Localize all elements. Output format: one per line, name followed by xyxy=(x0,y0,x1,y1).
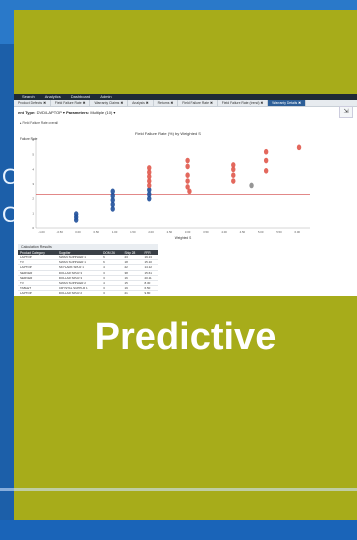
table-cell: DOLLAR SPLR 2 xyxy=(56,290,102,296)
data-point xyxy=(185,172,190,178)
y-tick-label: 0 xyxy=(32,226,34,230)
tab-6[interactable]: Field Failure Rate ✖ xyxy=(178,100,218,106)
scatter-chart: Field Failure Rate (%) by Weighted S Fai… xyxy=(18,130,318,240)
x-tick-label: 4.00 xyxy=(221,230,227,234)
data-point xyxy=(185,163,190,170)
x-tick-label: -0.50 xyxy=(57,230,64,234)
chart-x-label: Weighted S xyxy=(175,236,191,240)
y-tick-label: 2 xyxy=(32,197,34,201)
divider xyxy=(0,488,357,491)
y-tick-label: 3 xyxy=(32,182,34,186)
x-tick-label: 2.50 xyxy=(167,230,173,234)
x-tick-label: 5.00 xyxy=(258,230,264,234)
table-row[interactable]: LAPTOP DOLLAR SPLR 2 3 21 9.80 xyxy=(18,290,158,296)
data-point xyxy=(249,182,254,189)
x-tick-label: 4.50 xyxy=(240,230,246,234)
feature-card: Search Analytics Dashboard Admin Product… xyxy=(14,10,357,520)
x-tick-label: 1.00 xyxy=(112,230,118,234)
data-point xyxy=(147,165,152,171)
tab-7[interactable]: Field Failure Rate (trend) ✖ xyxy=(218,100,269,106)
x-tick-label: 6.00 xyxy=(294,230,300,234)
data-point xyxy=(231,172,236,178)
filter-bar: ent Type: DVD/LAPTOP ▾ Parameters: Multi… xyxy=(14,107,357,120)
tab-5[interactable]: Returns ✖ xyxy=(154,100,179,106)
y-tick-label: 5 xyxy=(32,153,34,157)
data-point xyxy=(263,148,269,155)
tab-2[interactable]: Field Failure Rate ✖ xyxy=(51,100,91,106)
x-tick-label: 3.00 xyxy=(185,230,191,234)
x-tick-label: 0.50 xyxy=(94,230,100,234)
type-filter-label: ent Type: xyxy=(18,110,36,115)
app-screenshot: Search Analytics Dashboard Admin Product… xyxy=(14,94,357,296)
param-filter-label: Parameters: xyxy=(66,110,90,115)
table-cell: 9.80 xyxy=(142,290,158,296)
data-point xyxy=(187,188,192,195)
tab-bar: Product Defects ✖ Field Failure Rate ✖ W… xyxy=(14,100,357,107)
x-tick-label: 3.50 xyxy=(203,230,209,234)
tab-1[interactable]: Product Defects ✖ xyxy=(14,100,51,106)
y-tick-label: 1 xyxy=(32,211,34,215)
data-point xyxy=(185,178,190,184)
data-point xyxy=(296,144,302,151)
x-tick-label: -1.00 xyxy=(38,230,45,234)
data-point xyxy=(263,157,269,164)
x-tick-label: 0.00 xyxy=(75,230,81,234)
tab-3[interactable]: Warranty Claims ✖ xyxy=(90,100,129,106)
tab-4[interactable]: Analysis ✖ xyxy=(128,100,154,106)
section-toggle[interactable]: ▸ Field Failure Rate overall xyxy=(14,120,357,126)
table-cell: 21 xyxy=(122,290,143,296)
expand-button[interactable]: ⇲ xyxy=(339,106,353,118)
data-point xyxy=(231,178,236,184)
param-filter-select[interactable]: Multiple (10) ▾ xyxy=(90,110,115,115)
data-point xyxy=(73,211,79,217)
results-table: Calculation Results Product Category Supp… xyxy=(18,244,158,296)
page-title: Predictive xyxy=(94,316,277,358)
data-point xyxy=(231,162,236,168)
x-tick-label: 1.50 xyxy=(130,230,136,234)
x-tick-label: 5.50 xyxy=(276,230,282,234)
type-filter-select[interactable]: DVD/LAPTOP ▾ xyxy=(37,110,65,115)
data-point xyxy=(185,157,190,164)
left-band: O O xyxy=(0,44,19,520)
tab-8-active[interactable]: Warranty Details ✖ xyxy=(268,100,306,106)
table-cell: 3 xyxy=(101,290,123,296)
table-cell: LAPTOP xyxy=(18,290,57,296)
data-point xyxy=(110,188,115,195)
x-tick-label: 2.00 xyxy=(148,230,154,234)
chart-svg: Field Failure Rate (%) by Weighted S Fai… xyxy=(20,131,310,240)
data-point xyxy=(263,168,269,174)
chart-title: Field Failure Rate (%) by Weighted S xyxy=(135,131,201,136)
chart-y-label: Failure Rate xyxy=(20,137,38,141)
y-tick-label: 4 xyxy=(32,167,34,171)
